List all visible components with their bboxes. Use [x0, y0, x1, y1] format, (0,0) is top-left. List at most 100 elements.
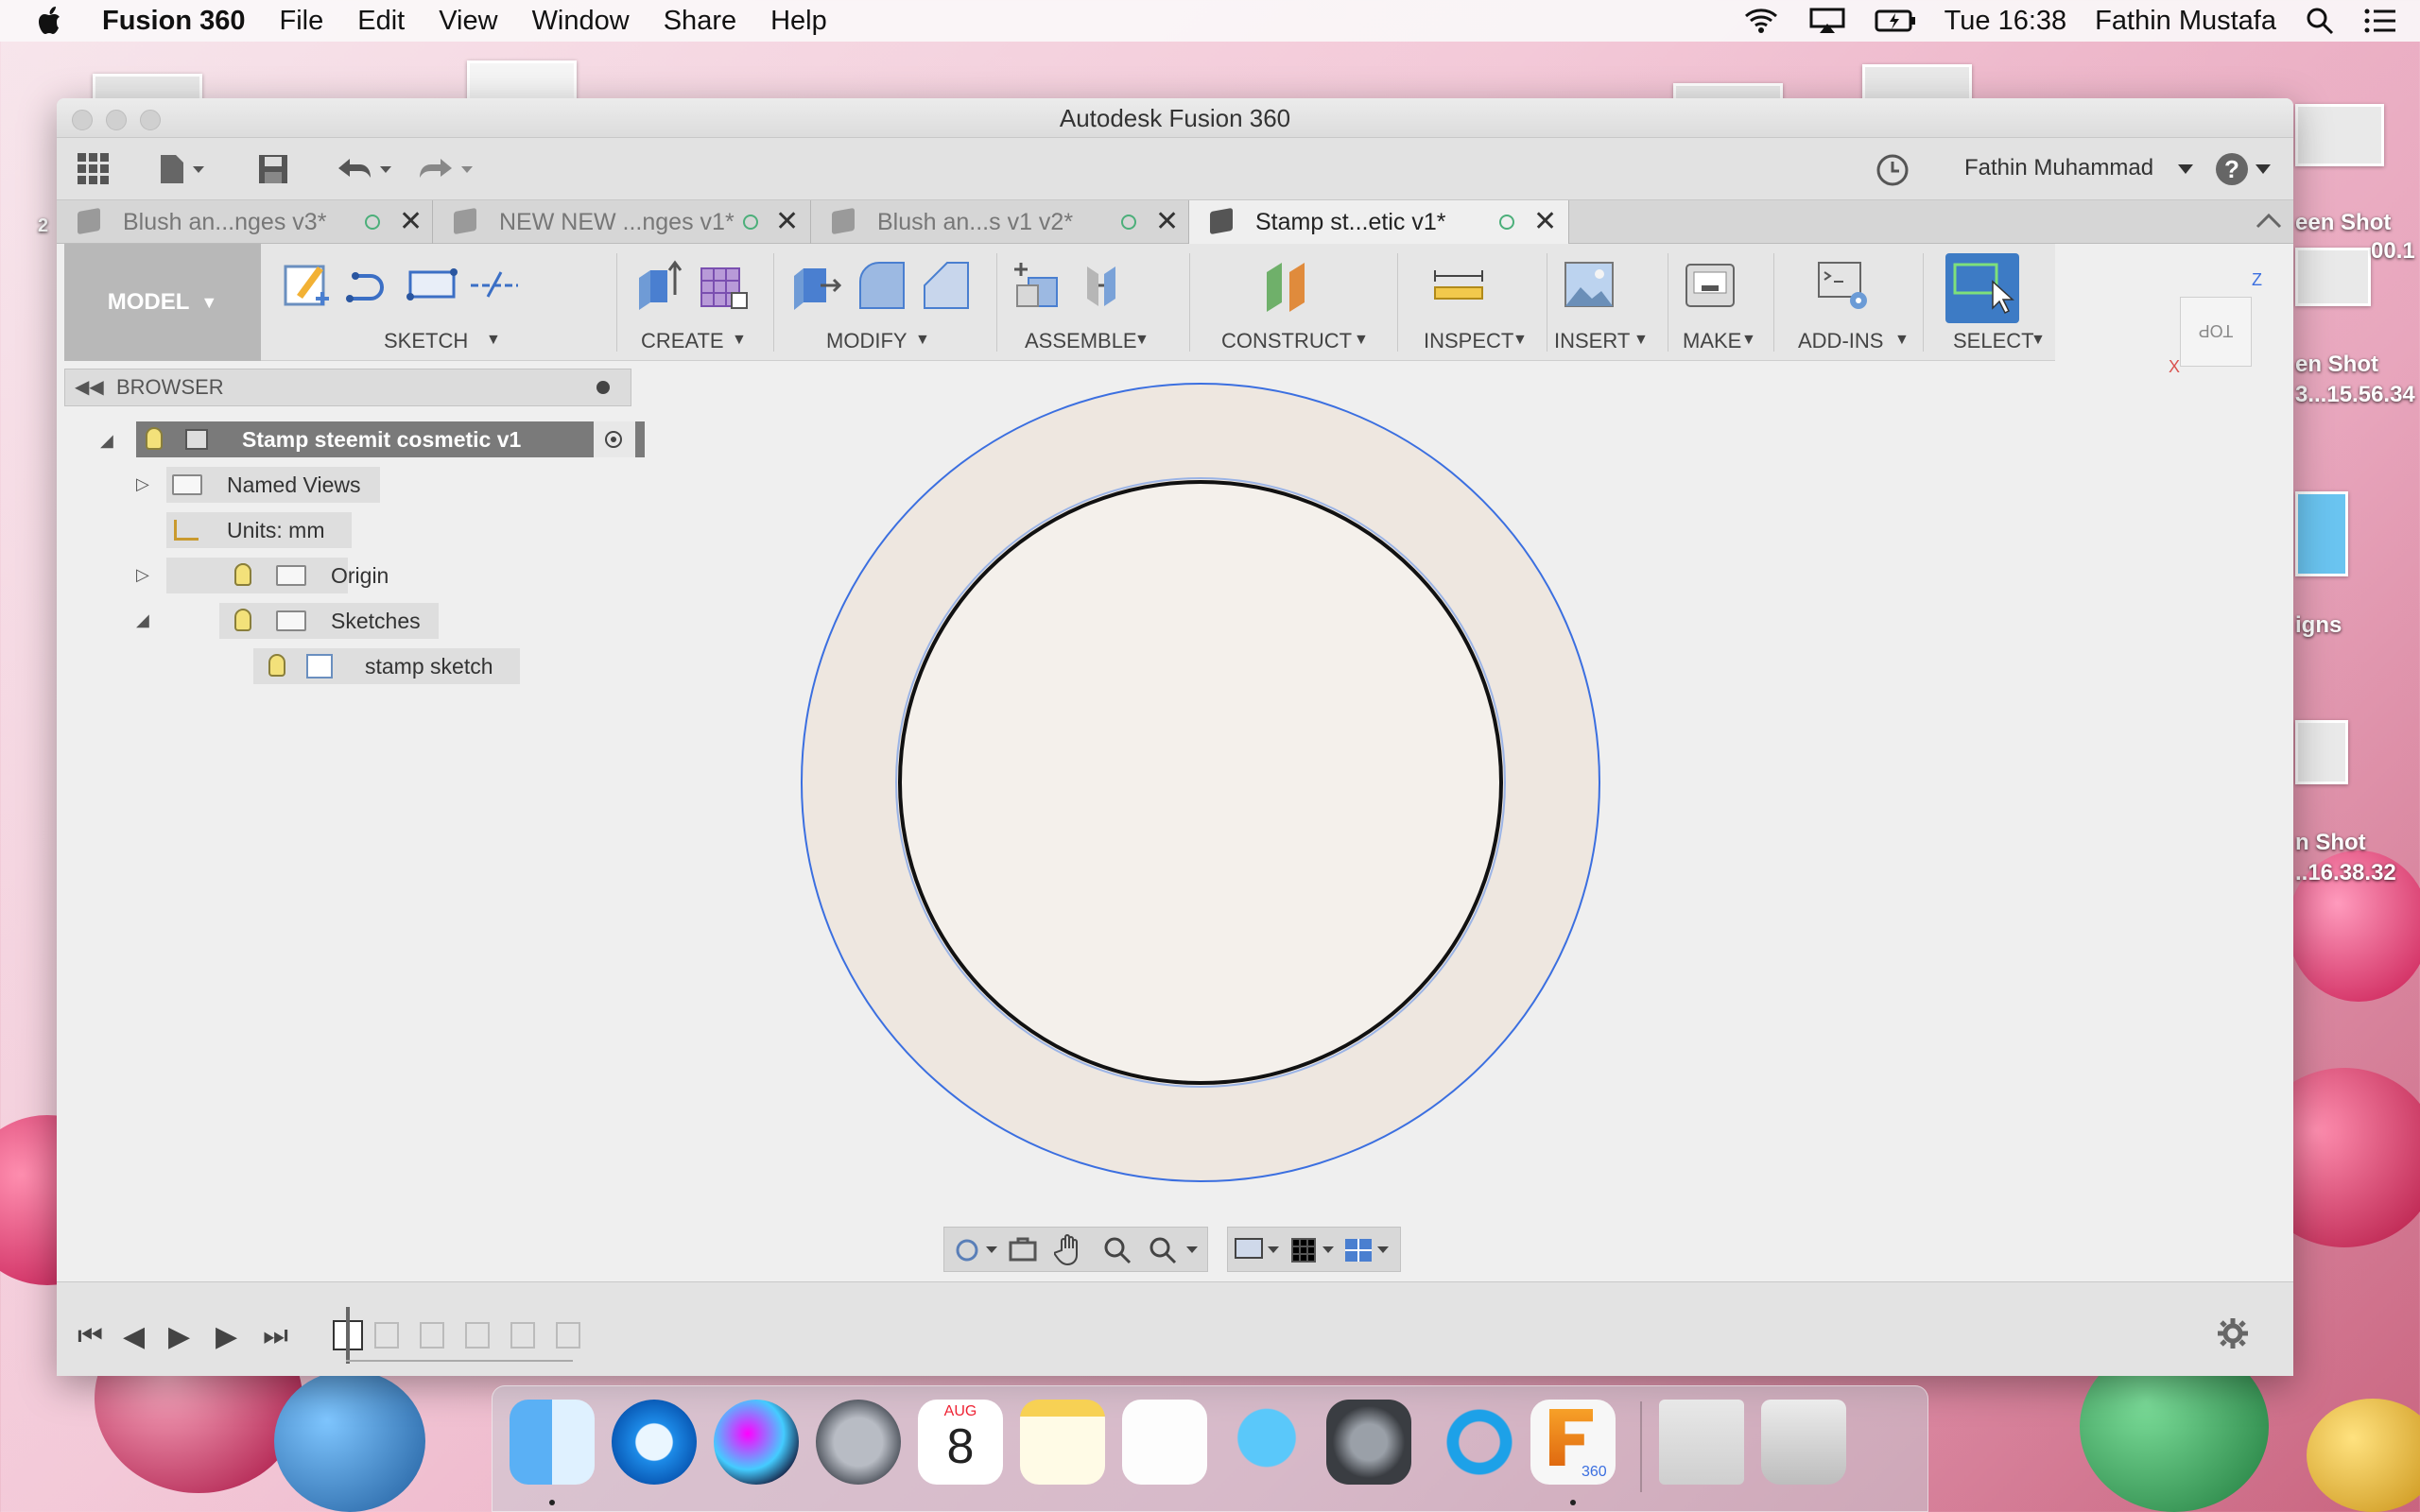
undo-icon[interactable]	[335, 155, 395, 185]
launchpad-icon[interactable]	[816, 1400, 901, 1485]
chevron-down-icon[interactable]: ▼	[1134, 332, 1150, 349]
extrude-icon[interactable]	[631, 257, 686, 312]
tab-blush-v1-v2[interactable]: Blush an...s v1 v2* ✕	[811, 200, 1189, 244]
insert-canvas-image-icon[interactable]	[1562, 257, 1616, 312]
user-menu[interactable]: Fathin Mustafa	[2095, 6, 2276, 37]
chevron-down-icon[interactable]: ▼	[486, 332, 501, 349]
c-app-icon[interactable]	[1428, 1400, 1513, 1485]
create-sketch-icon[interactable]	[280, 257, 335, 312]
viewcube-face[interactable]: TOP	[2180, 297, 2252, 367]
menu-view[interactable]: View	[439, 6, 497, 37]
timeline-first-icon[interactable]: ⏮	[78, 1320, 103, 1352]
browser-node-stamp-sketch[interactable]: stamp sketch	[253, 648, 520, 684]
trash-icon[interactable]	[1761, 1400, 1846, 1485]
clock[interactable]: Tue 16:38	[1945, 6, 2067, 37]
timeline-sketch-feature[interactable]	[510, 1322, 535, 1349]
assemble-menu[interactable]: ASSEMBLE	[1025, 329, 1137, 353]
joint-icon[interactable]	[1074, 257, 1129, 312]
close-tab-icon[interactable]: ✕	[1533, 200, 1557, 244]
menu-edit[interactable]: Edit	[357, 6, 405, 37]
collapse-tabs-chevron-icon[interactable]	[2256, 212, 2282, 231]
minimize-window-button[interactable]	[106, 110, 127, 130]
fit-zoom-window-icon[interactable]	[1147, 1235, 1203, 1265]
timeline-extrude-feature[interactable]	[465, 1322, 490, 1349]
offset-plane-icon[interactable]	[1261, 257, 1316, 312]
zoom-window-button[interactable]	[140, 110, 161, 130]
chevron-down-icon[interactable]: ▼	[915, 332, 930, 349]
timeline-sketch-feature[interactable]	[420, 1322, 444, 1349]
timeline-extrude-feature[interactable]	[556, 1322, 580, 1349]
wifi-icon[interactable]	[1742, 7, 1780, 35]
new-component-icon[interactable]	[1011, 257, 1066, 312]
spotlight-search-icon[interactable]	[2305, 6, 2335, 36]
activate-component-radio[interactable]	[594, 421, 635, 457]
chevron-down-icon[interactable]: ▼	[1634, 332, 1649, 349]
chevron-down-icon[interactable]: ▼	[1512, 332, 1528, 349]
stamp-sketch-circle[interactable]	[898, 480, 1503, 1085]
timeline-settings-gear-icon[interactable]	[2216, 1316, 2250, 1350]
minimize-browser-icon[interactable]	[596, 381, 610, 394]
job-status-clock-icon[interactable]	[1876, 153, 1910, 187]
timeline-next-icon[interactable]: ▶	[216, 1320, 237, 1353]
chevron-down-icon[interactable]: ▼	[2031, 332, 2046, 349]
close-tab-icon[interactable]: ✕	[1155, 200, 1179, 244]
viewcube[interactable]: TOP Z X	[2161, 270, 2265, 384]
3d-print-icon[interactable]	[1683, 257, 1737, 312]
desktop-file-thumbnail[interactable]	[2295, 104, 2384, 166]
browser-node-sketches[interactable]: Sketches	[219, 603, 439, 639]
collapsed-triangle-icon[interactable]: ▷	[136, 565, 149, 585]
finder-icon[interactable]	[510, 1400, 595, 1485]
scripts-addins-icon[interactable]	[1815, 257, 1870, 312]
notes-icon[interactable]	[1020, 1400, 1105, 1485]
chevron-down-icon[interactable]: ▼	[1894, 332, 1910, 349]
messages-icon[interactable]	[1224, 1400, 1309, 1485]
tab-blush-v3[interactable]: Blush an...nges v3* ✕	[57, 200, 433, 244]
siri-icon[interactable]	[714, 1400, 799, 1485]
tab-stamp-active[interactable]: Stamp st...etic v1* ✕	[1189, 200, 1569, 244]
collapse-browser-icon[interactable]: ◀◀	[75, 369, 104, 405]
rectangle-tool-icon[interactable]	[405, 257, 459, 312]
visibility-bulb-icon[interactable]	[234, 563, 251, 586]
expanded-triangle-icon[interactable]: ◢	[100, 431, 113, 451]
measure-ruler-icon[interactable]	[1431, 257, 1486, 312]
redo-icon[interactable]	[416, 155, 476, 185]
trim-tool-icon[interactable]	[467, 257, 522, 312]
display-settings-icon[interactable]	[1234, 1235, 1287, 1265]
timeline-last-icon[interactable]: ⏭	[263, 1320, 288, 1352]
fillet-icon[interactable]	[855, 257, 909, 312]
close-tab-icon[interactable]: ✕	[775, 200, 799, 244]
desktop-file-thumbnail[interactable]	[2295, 248, 2371, 306]
close-tab-icon[interactable]: ✕	[399, 200, 423, 244]
insert-menu[interactable]: INSERT	[1554, 329, 1630, 353]
line-tool-icon[interactable]	[342, 257, 397, 312]
expanded-triangle-icon[interactable]: ◢	[136, 610, 149, 630]
data-panel-grid-icon[interactable]	[78, 153, 110, 185]
make-menu[interactable]: MAKE	[1683, 329, 1741, 353]
browser-root-node[interactable]: Stamp steemit cosmetic v1	[136, 421, 645, 457]
help-dropdown-icon[interactable]	[2254, 163, 2273, 176]
account-dropdown-icon[interactable]	[2176, 163, 2195, 176]
browser-panel-header[interactable]: ◀◀ BROWSER	[64, 369, 631, 406]
browser-node-named-views[interactable]: Named Views	[166, 467, 380, 503]
chevron-down-icon[interactable]: ▼	[1741, 332, 1756, 349]
app-menu[interactable]: Fusion 360	[102, 6, 246, 37]
modify-menu[interactable]: MODIFY	[826, 329, 908, 353]
press-pull-icon[interactable]	[788, 257, 843, 312]
menu-file[interactable]: File	[280, 6, 324, 37]
menu-share[interactable]: Share	[664, 6, 736, 37]
browser-node-units[interactable]: Units: mm	[166, 512, 352, 548]
collapsed-triangle-icon[interactable]: ▷	[136, 474, 149, 494]
fusion-360-icon[interactable]: 360	[1530, 1400, 1616, 1485]
battery-icon[interactable]	[1875, 7, 1916, 35]
visibility-bulb-icon[interactable]	[234, 609, 251, 631]
system-preferences-icon[interactable]	[1326, 1400, 1411, 1485]
notification-center-icon[interactable]	[2363, 7, 2397, 35]
grid-snaps-icon[interactable]	[1288, 1235, 1341, 1265]
workspace-switcher[interactable]: MODEL ▼	[64, 244, 261, 361]
visibility-bulb-icon[interactable]	[146, 427, 163, 450]
create-menu[interactable]: CREATE	[641, 329, 724, 353]
sketch-menu[interactable]: SKETCH	[384, 329, 468, 353]
account-menu[interactable]: Fathin Muhammad	[1964, 155, 2153, 181]
downloads-stack-icon[interactable]	[1659, 1400, 1744, 1485]
desktop-file-thumbnail[interactable]	[2295, 491, 2348, 576]
